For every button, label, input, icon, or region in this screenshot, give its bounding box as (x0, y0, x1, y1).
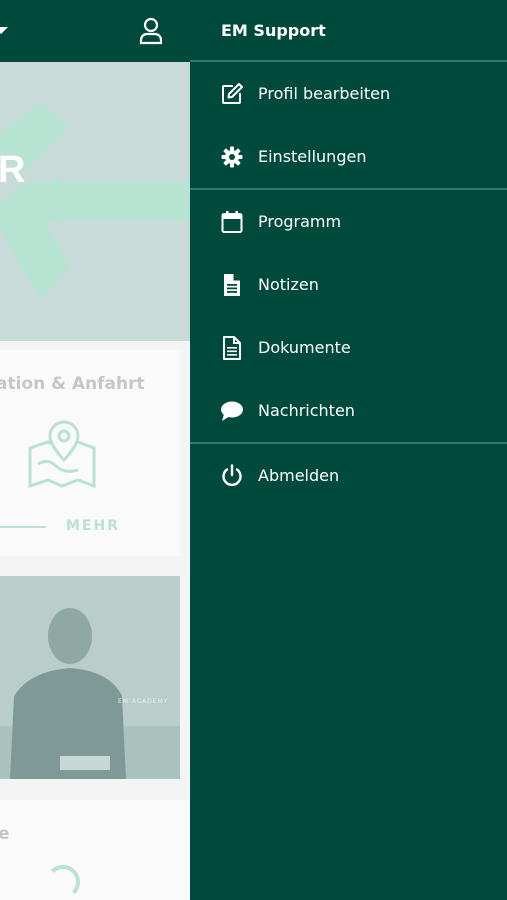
loading-spinner-icon (46, 865, 80, 899)
video-overlay-text: EM ACADEMY (118, 698, 169, 705)
power-icon (220, 463, 244, 488)
document-icon (220, 335, 244, 360)
second-card-title: e (0, 824, 10, 844)
app-header (0, 0, 190, 62)
map-pin-icon (26, 420, 98, 494)
menu-item-notes[interactable]: Notizen (190, 253, 507, 316)
menu-item-label: Profil bearbeiten (258, 84, 391, 103)
video-thumbnail[interactable] (0, 576, 180, 779)
menu-item-label: Programm (258, 212, 342, 231)
second-card[interactable] (0, 800, 190, 900)
drawer-title: EM Support (221, 20, 326, 40)
dropdown-caret-icon[interactable] (0, 27, 8, 34)
drawer-header: EM Support (190, 0, 507, 62)
note-icon (220, 273, 244, 297)
menu-group-session: Abmelden (190, 444, 507, 507)
menu-item-label: Abmelden (258, 466, 340, 485)
menu-item-program[interactable]: Programm (190, 190, 507, 253)
card-divider (0, 526, 46, 528)
hero-logo-letter: R (0, 149, 25, 191)
calendar-icon (220, 210, 244, 234)
menu-item-label: Nachrichten (258, 401, 355, 420)
menu-item-messages[interactable]: Nachrichten (190, 379, 507, 442)
menu-item-label: Dokumente (258, 338, 351, 357)
menu-item-label: Notizen (258, 275, 319, 294)
background-app: R ation & Anfahrt MEHR EM ACADEMY e (0, 0, 190, 900)
menu-group-content: Programm Notizen Dokumente Nachrichten (190, 190, 507, 444)
location-card-title: ation & Anfahrt (0, 374, 145, 394)
menu-item-profile[interactable]: Profil bearbeiten (190, 62, 507, 125)
chat-bubble-icon (220, 399, 244, 423)
menu-item-settings[interactable]: Einstellungen (190, 125, 507, 188)
more-link[interactable]: MEHR (66, 518, 120, 534)
edit-icon (220, 82, 244, 106)
menu-item-label: Einstellungen (258, 147, 367, 166)
navigation-drawer: EM Support Profil bearbeiten Einstellung… (190, 0, 507, 900)
menu-group-account: Profil bearbeiten Einstellungen (190, 62, 507, 190)
hero-banner[interactable]: R (0, 62, 190, 341)
menu-item-logout[interactable]: Abmelden (190, 444, 507, 507)
menu-item-documents[interactable]: Dokumente (190, 316, 507, 379)
user-icon[interactable] (138, 16, 164, 46)
gear-icon (220, 145, 244, 169)
